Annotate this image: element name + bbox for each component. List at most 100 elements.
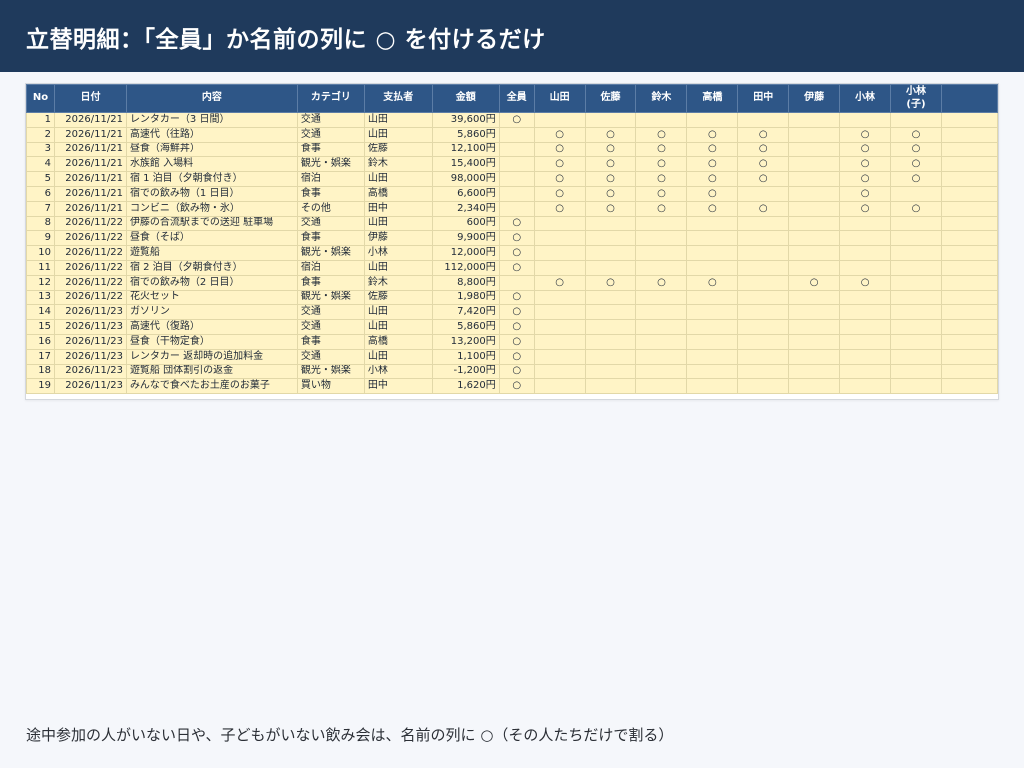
column-header-ito[interactable]: 伊藤 bbox=[788, 84, 841, 113]
date-cell[interactable]: 2026/11/22 bbox=[53, 289, 127, 306]
payer-cell[interactable]: 山田 bbox=[363, 259, 433, 276]
share-mark-cell-ito[interactable] bbox=[788, 304, 841, 321]
row-number-cell[interactable]: 17 bbox=[26, 348, 55, 365]
share-mark-cell-yamada[interactable] bbox=[533, 304, 586, 321]
category-cell[interactable]: その他 bbox=[296, 200, 365, 217]
date-cell[interactable]: 2026/11/21 bbox=[53, 156, 127, 173]
category-cell[interactable]: 交通 bbox=[296, 304, 365, 321]
share-mark-cell-takahashi[interactable]: ○ bbox=[686, 200, 739, 217]
share-mark-cell-tanaka[interactable] bbox=[737, 319, 790, 335]
share-mark-cell-ito[interactable] bbox=[788, 363, 841, 380]
column-header-payer[interactable]: 支払者 bbox=[363, 84, 433, 113]
row-number-cell[interactable]: 12 bbox=[26, 274, 55, 291]
share-mark-cell-sato[interactable] bbox=[584, 215, 637, 232]
share-mark-cell-suzuki[interactable] bbox=[635, 363, 688, 380]
share-mark-cell-takahashi[interactable] bbox=[686, 245, 739, 261]
date-cell[interactable]: 2026/11/23 bbox=[53, 348, 127, 365]
share-mark-cell-kobayashi-child[interactable] bbox=[890, 319, 942, 335]
share-mark-cell-suzuki[interactable] bbox=[635, 304, 688, 321]
payer-cell[interactable]: 小林 bbox=[363, 363, 433, 380]
share-mark-cell-kobayashi[interactable]: ○ bbox=[839, 126, 892, 143]
category-cell[interactable]: 観光・娯楽 bbox=[296, 156, 365, 173]
share-mark-cell-tanaka[interactable]: ○ bbox=[737, 200, 790, 217]
date-cell[interactable]: 2026/11/22 bbox=[53, 274, 127, 291]
share-mark-cell-kobayashi[interactable] bbox=[839, 112, 892, 128]
date-cell[interactable]: 2026/11/21 bbox=[53, 112, 127, 128]
category-cell[interactable]: 交通 bbox=[296, 348, 365, 365]
date-cell[interactable]: 2026/11/21 bbox=[53, 185, 127, 202]
amount-cell[interactable]: 15,400円 bbox=[431, 156, 500, 173]
amount-cell[interactable]: 1,980円 bbox=[431, 289, 500, 306]
share-mark-cell-sato[interactable]: ○ bbox=[584, 200, 637, 217]
share-mark-cell-all[interactable] bbox=[498, 274, 535, 291]
share-mark-cell-tanaka[interactable] bbox=[737, 274, 790, 291]
date-cell[interactable]: 2026/11/22 bbox=[53, 259, 127, 276]
share-mark-cell-kobayashi-child[interactable] bbox=[890, 112, 942, 128]
share-mark-cell-sato[interactable] bbox=[584, 348, 637, 365]
row-number-cell[interactable]: 11 bbox=[26, 259, 55, 276]
category-cell[interactable]: 食事 bbox=[296, 230, 365, 247]
share-mark-cell-yamada[interactable] bbox=[533, 215, 586, 232]
amount-cell[interactable]: 6,600円 bbox=[431, 185, 500, 202]
share-mark-cell-kobayashi[interactable] bbox=[839, 378, 892, 395]
share-mark-cell-kobayashi-child[interactable]: ○ bbox=[890, 200, 942, 217]
payer-cell[interactable]: 山田 bbox=[363, 348, 433, 365]
amount-cell[interactable]: -1,200円 bbox=[431, 363, 500, 380]
row-number-cell[interactable]: 3 bbox=[26, 141, 55, 158]
share-mark-cell-kobayashi[interactable] bbox=[839, 304, 892, 321]
share-mark-cell-kobayashi[interactable] bbox=[839, 259, 892, 276]
share-mark-cell-ito[interactable] bbox=[788, 230, 841, 247]
share-mark-cell-all[interactable]: ○ bbox=[498, 378, 535, 395]
share-mark-cell-kobayashi[interactable] bbox=[839, 319, 892, 335]
payer-cell[interactable]: 佐藤 bbox=[363, 289, 433, 306]
share-mark-cell-kobayashi[interactable]: ○ bbox=[839, 171, 892, 187]
payer-cell[interactable]: 山田 bbox=[363, 319, 433, 335]
date-cell[interactable]: 2026/11/23 bbox=[53, 319, 127, 335]
share-mark-cell-kobayashi[interactable] bbox=[839, 215, 892, 232]
share-mark-cell-kobayashi-child[interactable]: ○ bbox=[890, 141, 942, 158]
share-mark-cell-kobayashi[interactable] bbox=[839, 333, 892, 350]
share-mark-cell-kobayashi[interactable]: ○ bbox=[839, 185, 892, 202]
share-mark-cell-all[interactable]: ○ bbox=[498, 112, 535, 128]
share-mark-cell-ito[interactable] bbox=[788, 200, 841, 217]
share-mark-cell-sato[interactable]: ○ bbox=[584, 141, 637, 158]
description-cell[interactable]: 高速代（往路） bbox=[125, 126, 298, 143]
share-mark-cell-takahashi[interactable]: ○ bbox=[686, 141, 739, 158]
share-mark-cell-all[interactable] bbox=[498, 171, 535, 187]
row-number-cell[interactable]: 9 bbox=[26, 230, 55, 247]
share-mark-cell-tanaka[interactable] bbox=[737, 289, 790, 306]
payer-cell[interactable]: 高橋 bbox=[363, 333, 433, 350]
share-mark-cell-kobayashi-child[interactable] bbox=[890, 259, 942, 276]
payer-cell[interactable]: 山田 bbox=[363, 304, 433, 321]
share-mark-cell-tanaka[interactable] bbox=[737, 333, 790, 350]
share-mark-cell-all[interactable] bbox=[498, 141, 535, 158]
share-mark-cell-all[interactable] bbox=[498, 200, 535, 217]
date-cell[interactable]: 2026/11/22 bbox=[53, 230, 127, 247]
share-mark-cell-ito[interactable] bbox=[788, 156, 841, 173]
category-cell[interactable]: 食事 bbox=[296, 141, 365, 158]
share-mark-cell-tanaka[interactable] bbox=[737, 304, 790, 321]
share-mark-cell-all[interactable]: ○ bbox=[498, 230, 535, 247]
share-mark-cell-kobayashi-child[interactable]: ○ bbox=[890, 171, 942, 187]
share-mark-cell-all[interactable]: ○ bbox=[498, 333, 535, 350]
description-cell[interactable]: 伊藤の合流駅までの送迎 駐車場 bbox=[125, 215, 298, 232]
row-number-cell[interactable]: 1 bbox=[26, 112, 55, 128]
amount-cell[interactable]: 7,420円 bbox=[431, 304, 500, 321]
empty-cell[interactable] bbox=[940, 185, 999, 202]
share-mark-cell-kobayashi-child[interactable] bbox=[890, 274, 942, 291]
share-mark-cell-sato[interactable] bbox=[584, 378, 637, 395]
description-cell[interactable]: 遊覧船 団体割引の返金 bbox=[125, 363, 298, 380]
share-mark-cell-ito[interactable] bbox=[788, 215, 841, 232]
description-cell[interactable]: 宿 2 泊目（夕朝食付き） bbox=[125, 259, 298, 276]
share-mark-cell-kobayashi-child[interactable] bbox=[890, 304, 942, 321]
share-mark-cell-tanaka[interactable] bbox=[737, 348, 790, 365]
share-mark-cell-tanaka[interactable] bbox=[737, 185, 790, 202]
share-mark-cell-tanaka[interactable] bbox=[737, 215, 790, 232]
date-cell[interactable]: 2026/11/23 bbox=[53, 333, 127, 350]
row-number-cell[interactable]: 10 bbox=[26, 245, 55, 261]
share-mark-cell-takahashi[interactable]: ○ bbox=[686, 126, 739, 143]
share-mark-cell-yamada[interactable] bbox=[533, 230, 586, 247]
share-mark-cell-suzuki[interactable] bbox=[635, 259, 688, 276]
row-number-cell[interactable]: 7 bbox=[26, 200, 55, 217]
empty-cell[interactable] bbox=[940, 304, 999, 321]
